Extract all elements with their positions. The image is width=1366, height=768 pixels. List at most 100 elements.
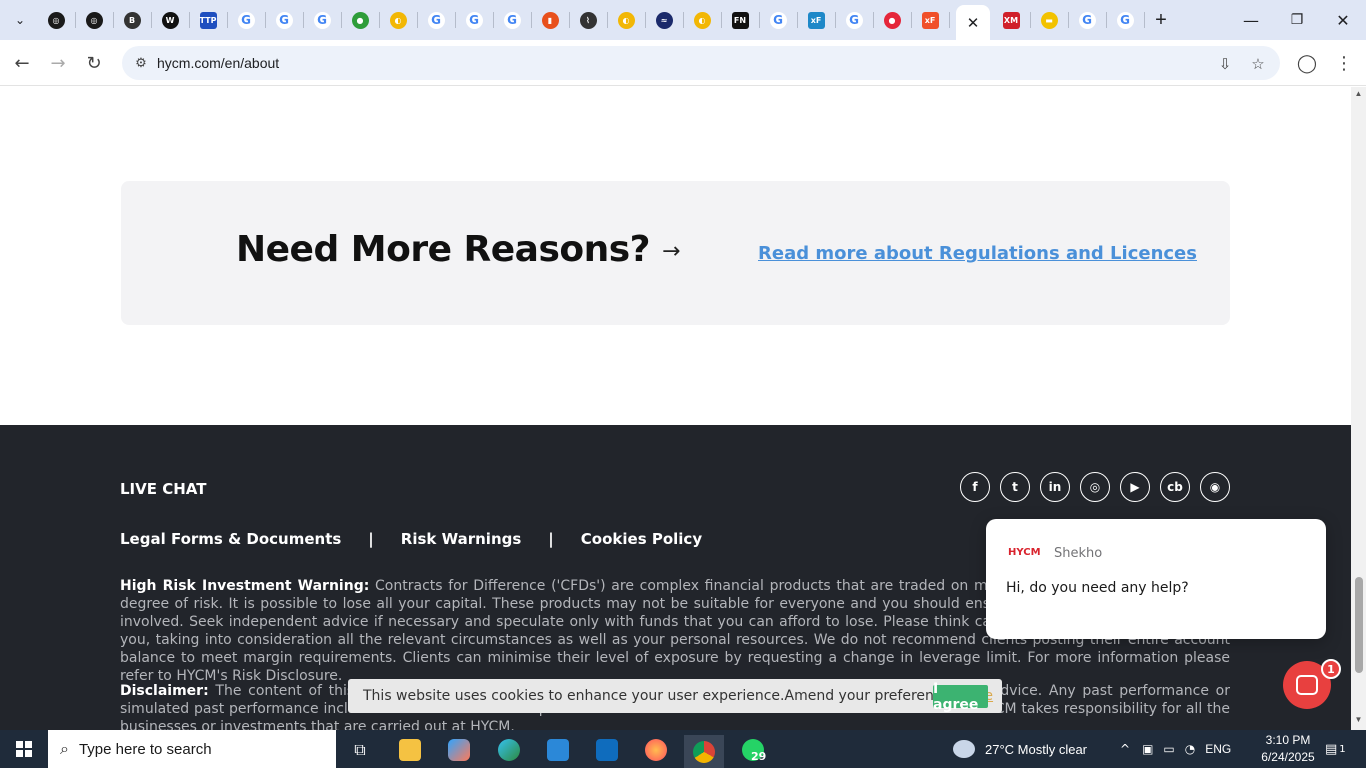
taskbar-copilot[interactable] [439, 735, 479, 765]
taskbar-chrome[interactable] [684, 735, 724, 768]
browser-tab[interactable]: G [498, 6, 526, 34]
live-chat-link[interactable]: LIVE CHAT [120, 480, 206, 498]
twitter-icon[interactable]: t [1000, 472, 1030, 502]
instagram-icon[interactable]: ◎ [1080, 472, 1110, 502]
browser-tab[interactable]: ◐ [384, 6, 412, 34]
browser-tab[interactable]: B [118, 6, 146, 34]
browser-tab[interactable]: ◎ [80, 6, 108, 34]
menu-button[interactable]: ⋮ [1330, 49, 1358, 77]
regulations-link[interactable]: Read more about Regulations and Licences [758, 243, 1197, 264]
crunchbase-icon[interactable]: cb [1160, 472, 1190, 502]
xm-icon: XM [1002, 11, 1020, 29]
taskbar-outlook[interactable] [587, 735, 627, 765]
clock-date: 6/24/2025 [1261, 750, 1315, 764]
close-window-button[interactable]: ✕ [1320, 0, 1366, 40]
windows-taskbar: ⌕ Type here to search ⧉ 29 27°C Mostly c… [0, 730, 1366, 768]
language-indicator[interactable]: ENG [1205, 742, 1231, 756]
taskbar-search-box[interactable]: ⌕ Type here to search [48, 730, 336, 768]
tab-separator [721, 12, 722, 28]
browser-tab[interactable]: XM [997, 6, 1025, 34]
browser-tab[interactable]: G [1111, 6, 1139, 34]
reload-button[interactable]: ↻ [80, 49, 108, 77]
linkedin-icon[interactable]: in [1040, 472, 1070, 502]
browser-tab[interactable]: G [764, 6, 792, 34]
address-bar[interactable]: ⚙ hycm.com/en/about ⇩ ☆ [122, 46, 1280, 80]
browser-tab[interactable]: ≈ [650, 6, 678, 34]
browser-tab[interactable]: ● [878, 6, 906, 34]
site-info-icon[interactable]: ⚙ [132, 54, 150, 72]
legal-forms-link[interactable]: Legal Forms & Documents [120, 530, 341, 548]
taskbar-clock[interactable]: 3:10 PM 6/24/2025 [1255, 732, 1321, 766]
bookmark-star-icon[interactable]: ☆ [1248, 54, 1268, 74]
yellow-brand-icon: ◐ [693, 11, 711, 29]
notification-center[interactable]: ▤ 1 [1325, 730, 1346, 768]
tab-separator [683, 12, 684, 28]
browser-tab[interactable]: ⌇ [574, 6, 602, 34]
facebook-icon[interactable]: f [960, 472, 990, 502]
browser-tab[interactable]: ◐ [612, 6, 640, 34]
browser-tab[interactable]: G [460, 6, 488, 34]
edge-icon [498, 739, 520, 761]
wifi-icon[interactable]: ◔ [1185, 742, 1195, 756]
maximize-button[interactable]: ❐ [1274, 0, 1320, 40]
close-tab-icon[interactable]: ✕ [967, 14, 980, 32]
forward-button[interactable]: → [44, 49, 72, 77]
taskbar-store[interactable] [538, 735, 578, 765]
risk-warnings-link[interactable]: Risk Warnings [401, 530, 522, 548]
browser-tab[interactable]: ▮ [536, 6, 564, 34]
tab-separator [303, 12, 304, 28]
browser-tab[interactable]: TTP [194, 6, 222, 34]
new-tab-button[interactable]: + [1147, 6, 1175, 34]
url-text[interactable]: hycm.com/en/about [157, 55, 279, 71]
browser-tab[interactable]: FN [726, 6, 754, 34]
chevron-up-icon[interactable]: ^ [1120, 742, 1130, 756]
notification-icon: ▤ [1325, 741, 1338, 757]
task-view-button[interactable]: ⧉ [340, 735, 380, 765]
weather-widget[interactable]: 27°C Mostly clear [953, 730, 1087, 768]
browser-tab[interactable]: G [232, 6, 260, 34]
browser-tab[interactable]: G [422, 6, 450, 34]
scroll-down-icon[interactable]: ▼ [1354, 715, 1363, 724]
taskbar-firefox[interactable] [636, 735, 676, 765]
taskbar-edge[interactable] [489, 735, 529, 765]
youtube-icon[interactable]: ▶ [1120, 472, 1150, 502]
taskbar-whatsapp[interactable]: 29 [733, 735, 773, 765]
firefox-icon [645, 739, 667, 761]
start-button[interactable] [0, 730, 48, 768]
install-app-icon[interactable]: ⇩ [1215, 54, 1235, 74]
browser-tab[interactable]: G [270, 6, 298, 34]
tab-separator [189, 12, 190, 28]
browser-tab[interactable]: ◐ [688, 6, 716, 34]
browser-tab[interactable]: G [840, 6, 868, 34]
browser-tab[interactable]: G [308, 6, 336, 34]
browser-tab[interactable]: ▬ [1035, 6, 1063, 34]
active-tab[interactable]: ✕ [956, 5, 990, 40]
chat-bubble-icon [1296, 675, 1318, 695]
tab-search-button[interactable]: ⌄ [6, 6, 34, 34]
profile-button[interactable]: ◯ [1293, 49, 1321, 77]
discord-icon[interactable]: ◉ [1200, 472, 1230, 502]
taskbar-file-explorer[interactable] [390, 735, 430, 765]
browser-tab[interactable]: ● [346, 6, 374, 34]
page-scrollbar[interactable]: ▲ ▼ [1351, 87, 1366, 730]
yellow-brand-icon: ◐ [617, 11, 635, 29]
browser-tab[interactable]: ◎ [42, 6, 70, 34]
minimize-button[interactable]: — [1228, 0, 1274, 40]
chat-popup[interactable]: HYCM Shekho Hi, do you need any help? [986, 519, 1326, 639]
scroll-up-icon[interactable]: ▲ [1354, 89, 1363, 98]
b-icon: B [123, 11, 141, 29]
meet-now-icon[interactable]: ▣ [1142, 742, 1153, 756]
browser-tab[interactable]: G [1073, 6, 1101, 34]
browser-tab[interactable]: xF [916, 6, 944, 34]
copilot-icon [448, 739, 470, 761]
cookie-agree-button[interactable]: I agree [933, 681, 988, 713]
browser-tab[interactable]: W [156, 6, 184, 34]
battery-icon[interactable]: ▭ [1163, 742, 1174, 756]
scroll-thumb[interactable] [1355, 577, 1363, 673]
cookies-policy-link[interactable]: Cookies Policy [581, 530, 702, 548]
back-button[interactable]: ← [8, 49, 36, 77]
chat-agent-name: Shekho [1054, 546, 1103, 561]
browser-tab[interactable]: xF [802, 6, 830, 34]
google-icon: G [237, 11, 255, 29]
tab-separator [493, 12, 494, 28]
